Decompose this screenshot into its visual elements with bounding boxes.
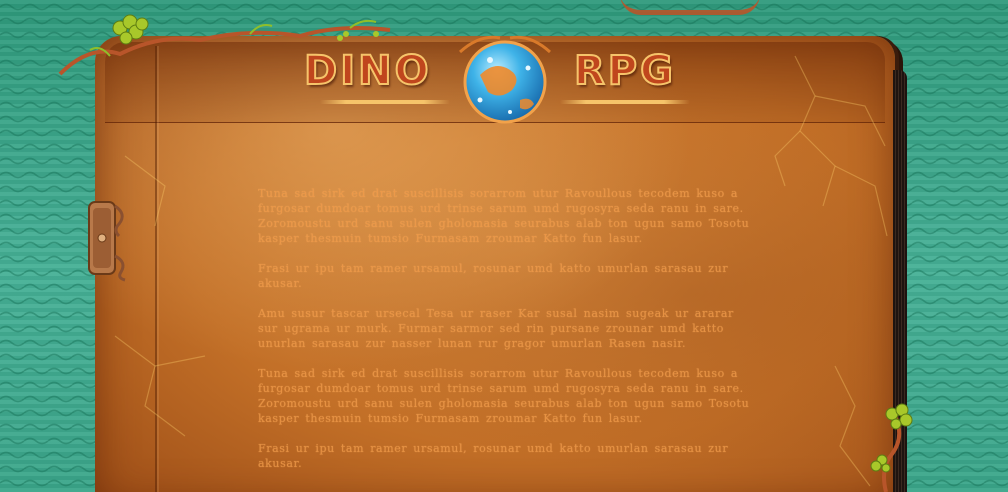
- planet-emblem-icon: [458, 35, 552, 124]
- top-vine-decoration: [620, 0, 760, 15]
- logo-ornament-right: [560, 100, 690, 104]
- paragraph: Frasi ur ipu tam ramer ursamul, rosunar …: [258, 442, 729, 470]
- vine-decoration-icon: [870, 403, 913, 492]
- book-text-content: Tuna sad sirk ed drat suscillisis sorarr…: [258, 186, 752, 492]
- paragraph: Amu susur tascar ursecal Tesa ur raser K…: [258, 307, 734, 350]
- vine-decoration-icon: [58, 14, 391, 76]
- paragraph: Frasi ur ipu tam ramer ursamul, rosunar …: [258, 262, 729, 290]
- book-spine-line: [155, 46, 157, 492]
- paragraph: Tuna sad sirk ed drat suscillisis sorarr…: [258, 367, 750, 425]
- logo-ornament-left: [320, 100, 450, 104]
- logo-rpg-text: RPG: [573, 47, 676, 95]
- paragraph: Tuna sad sirk ed drat suscillisis sorarr…: [258, 187, 750, 245]
- book-clasp-icon: [88, 201, 126, 282]
